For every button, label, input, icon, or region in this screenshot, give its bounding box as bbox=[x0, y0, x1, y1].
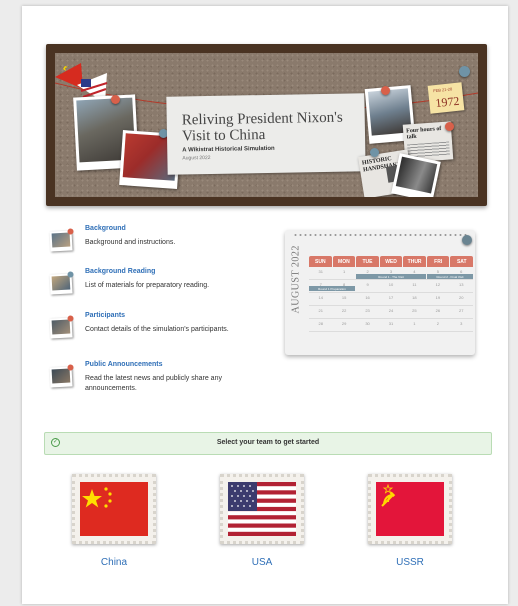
ussr-flag-icon bbox=[376, 482, 444, 536]
calendar-rings bbox=[293, 233, 467, 237]
ussr-stamp[interactable] bbox=[368, 474, 452, 544]
pin-red-1 bbox=[111, 95, 120, 104]
date-sticky-note: FEB 21-28 1972 bbox=[427, 82, 465, 114]
sticky-dates: FEB 21-28 bbox=[432, 86, 453, 94]
calendar-event-round2[interactable]: Round 2 - Final Visit bbox=[427, 274, 473, 279]
banner-subtitle: A Wikistrat Historical Simulation bbox=[182, 145, 275, 154]
background-reading-thumbnail bbox=[49, 271, 74, 295]
calendar-day: 3 bbox=[460, 321, 463, 326]
pin-blue-2 bbox=[459, 66, 470, 77]
public-announcements-thumbnail bbox=[49, 364, 74, 388]
banner-title: Reliving President Nixon's Visit to Chin… bbox=[181, 109, 343, 145]
page-container: Reliving President Nixon's Visit to Chin… bbox=[22, 6, 508, 604]
day-header: THUR bbox=[403, 256, 426, 267]
calendar-day: 31 bbox=[318, 269, 323, 274]
calendar-day: 27 bbox=[459, 308, 464, 313]
pin-blue-3 bbox=[370, 148, 379, 157]
section-participants[interactable]: Participants Contact details of the simu… bbox=[49, 312, 250, 342]
calendar-day: 9 bbox=[366, 282, 369, 287]
calendar-day: 25 bbox=[412, 308, 417, 313]
sticky-year: 1972 bbox=[434, 93, 461, 111]
calendar-day: 18 bbox=[412, 295, 417, 300]
team-usa-label[interactable]: USA bbox=[200, 557, 324, 568]
calendar-week: 21 22 23 24 25 26 27 bbox=[309, 306, 473, 319]
calendar-day: 1 bbox=[413, 321, 416, 326]
pin-red-2 bbox=[381, 86, 390, 95]
china-flag-icon bbox=[80, 482, 148, 536]
participants-description: Contact details of the simulation's part… bbox=[85, 326, 229, 333]
title-note: Reliving President Nixon's Visit to Chin… bbox=[166, 93, 366, 175]
day-header: TUE bbox=[356, 256, 379, 267]
hero-banner: Reliving President Nixon's Visit to Chin… bbox=[46, 44, 487, 206]
calendar-day: 12 bbox=[435, 282, 441, 287]
calendar-day: 17 bbox=[388, 295, 394, 300]
usa-flag-icon bbox=[228, 482, 296, 536]
calendar-day: 13 bbox=[459, 282, 464, 287]
participants-thumbnail bbox=[49, 315, 74, 339]
team-ussr-label[interactable]: USSR bbox=[348, 557, 472, 568]
calendar-day: 14 bbox=[318, 295, 323, 300]
calendar-day: 23 bbox=[365, 308, 370, 313]
china-stamp[interactable] bbox=[72, 474, 156, 544]
calendar-pin-icon bbox=[462, 235, 472, 245]
calendar-day: 30 bbox=[365, 321, 370, 326]
day-header: MON bbox=[332, 256, 356, 267]
calendar-day: 10 bbox=[388, 282, 394, 287]
calendar-day: 15 bbox=[341, 295, 347, 300]
background-reading-link[interactable]: Background Reading bbox=[85, 268, 155, 275]
calendar-week: 28 29 30 31 1 2 3 bbox=[309, 319, 473, 332]
calendar-day: 21 bbox=[318, 308, 323, 313]
day-header: SUN bbox=[309, 256, 332, 267]
section-background-reading[interactable]: Background Reading List of materials for… bbox=[49, 268, 250, 298]
calendar-day: 20 bbox=[459, 295, 464, 300]
calendar-day: 16 bbox=[365, 295, 370, 300]
background-thumbnail bbox=[49, 228, 74, 252]
calendar-day: 29 bbox=[341, 321, 347, 326]
calendar-day: 1 bbox=[343, 269, 346, 274]
participants-link[interactable]: Participants bbox=[85, 312, 125, 319]
calendar-month: AUGUST 2022 bbox=[290, 245, 302, 314]
calendar-day: 24 bbox=[388, 308, 394, 313]
day-header: WED bbox=[379, 256, 403, 267]
public-announcements-link[interactable]: Public Announcements bbox=[85, 361, 163, 368]
day-header: SAT bbox=[450, 256, 474, 267]
photo-handshake bbox=[391, 153, 441, 197]
alert-message: Select your team to get started bbox=[216, 439, 320, 446]
team-select-alert: ✓ Select your team to get started bbox=[44, 432, 492, 455]
calendar-day: 28 bbox=[318, 321, 323, 326]
calendar-event-round1[interactable]: Round 1 - The Visit bbox=[356, 274, 426, 279]
team-china-label[interactable]: China bbox=[52, 557, 176, 568]
calendar-grid: SUN MON TUE WED THUR FRI SAT 31 1 2 3 4 5 6 78… bbox=[309, 256, 474, 332]
calendar-day: 22 bbox=[341, 308, 347, 313]
section-background[interactable]: Background Background and instructions. bbox=[49, 225, 250, 255]
calendar-day: 31 bbox=[388, 321, 394, 326]
calendar-event-prep[interactable]: Round 1 Preparation bbox=[309, 286, 355, 291]
calendar-week: 14 15 16 17 18 19 20 bbox=[309, 293, 473, 306]
event-calendar: AUGUST 2022 SUN MON TUE WED THUR FRI SAT… bbox=[285, 230, 475, 355]
calendar-day: 19 bbox=[435, 295, 441, 300]
calendar-day: 11 bbox=[412, 282, 417, 287]
calendar-day-headers: SUN MON TUE WED THUR FRI SAT bbox=[309, 256, 474, 267]
background-reading-description: List of materials for preparatory readin… bbox=[85, 282, 210, 289]
calendar-day: 26 bbox=[435, 308, 441, 313]
background-description: Background and instructions. bbox=[85, 239, 176, 246]
usa-stamp[interactable] bbox=[220, 474, 304, 544]
pin-red-3 bbox=[445, 122, 454, 131]
public-announcements-description: Read the latest news and publicly share … bbox=[85, 375, 222, 392]
section-public-announcements[interactable]: Public Announcements Read the latest new… bbox=[49, 361, 250, 401]
background-link[interactable]: Background bbox=[85, 225, 126, 232]
corkboard: Reliving President Nixon's Visit to Chin… bbox=[55, 53, 478, 197]
banner-date: August 2022 bbox=[182, 154, 211, 162]
calendar-day: 2 bbox=[436, 321, 439, 326]
day-header: FRI bbox=[426, 256, 450, 267]
